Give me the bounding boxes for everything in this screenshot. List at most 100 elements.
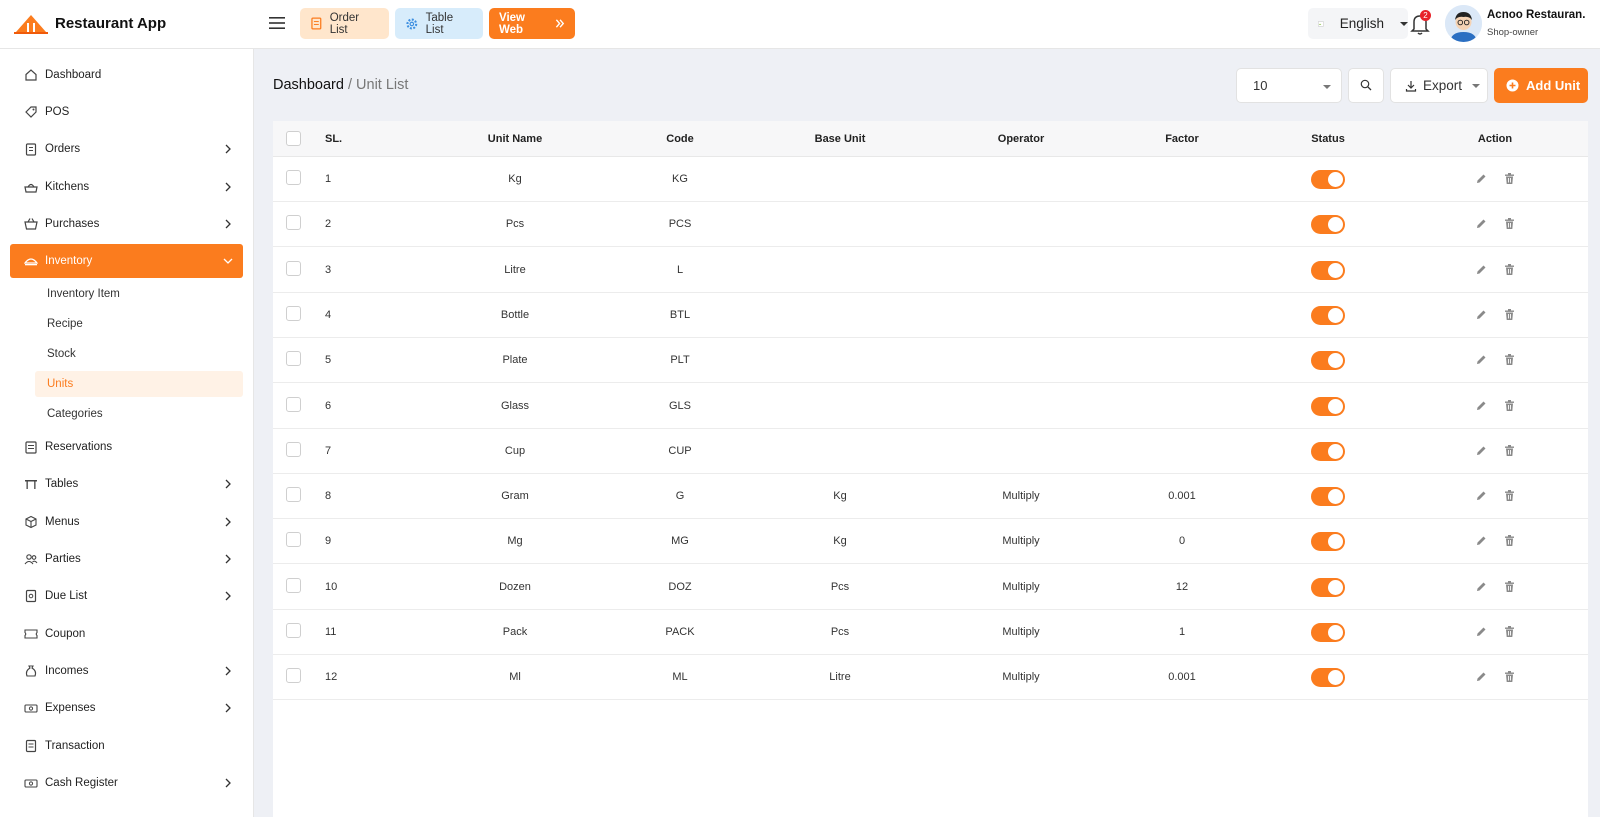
row-checkbox[interactable] (286, 668, 301, 684)
cell-factor: 0 (1178, 535, 1186, 548)
trash-icon[interactable] (1503, 625, 1516, 638)
trash-icon[interactable] (1503, 353, 1516, 366)
language-selector[interactable]: English (1308, 8, 1408, 39)
status-toggle[interactable] (1311, 441, 1345, 461)
row-checkbox[interactable] (286, 351, 301, 367)
sidebar-item-label: Orders (45, 143, 81, 155)
breadcrumb-current: Unit List (356, 77, 409, 93)
edit-icon[interactable] (1475, 399, 1488, 412)
status-toggle[interactable] (1311, 396, 1345, 416)
row-checkbox[interactable] (286, 260, 301, 276)
edit-icon[interactable] (1475, 670, 1488, 683)
per-page-select[interactable]: 10 (1236, 68, 1342, 103)
trash-icon[interactable] (1503, 670, 1516, 683)
cell-operator: Multiply (1002, 671, 1040, 684)
edit-icon[interactable] (1475, 353, 1488, 366)
cell-code: ML (672, 671, 688, 684)
sidebar-subitem-stock[interactable]: Stock (35, 341, 243, 367)
sidebar-item-transaction[interactable]: Transaction (10, 729, 243, 763)
notification-badge: 2 (1420, 10, 1431, 21)
row-checkbox[interactable] (286, 215, 301, 231)
row-checkbox[interactable] (286, 577, 301, 593)
sidebar-item-label: Coupon (45, 628, 86, 640)
order-list-button[interactable]: Order List (300, 8, 389, 39)
status-toggle[interactable] (1311, 215, 1345, 235)
trash-icon[interactable] (1503, 308, 1516, 321)
sidebar-subitem-units[interactable]: Units (35, 371, 243, 397)
sidebar-item-reservations[interactable]: Reservations (10, 430, 243, 464)
trash-icon[interactable] (1503, 399, 1516, 412)
sidebar-item-orders[interactable]: Orders (10, 132, 243, 166)
trash-icon[interactable] (1503, 172, 1516, 185)
caret-down-icon (1472, 83, 1481, 88)
edit-icon[interactable] (1475, 489, 1488, 502)
edit-icon[interactable] (1475, 263, 1488, 276)
search-button[interactable] (1348, 68, 1384, 103)
status-toggle[interactable] (1311, 623, 1345, 642)
edit-icon[interactable] (1475, 217, 1488, 230)
trash-icon[interactable] (1503, 263, 1516, 276)
sidebar-item-tables[interactable]: Tables (10, 467, 243, 501)
row-checkbox[interactable] (286, 487, 301, 503)
status-toggle[interactable] (1311, 170, 1345, 189)
search-icon (1360, 79, 1372, 91)
sidebar-item-inventory[interactable]: Inventory (10, 244, 243, 278)
trash-icon[interactable] (1503, 217, 1516, 230)
sidebar-item-pos[interactable]: POS (10, 95, 243, 129)
app-logo[interactable]: Restaurant App (14, 12, 166, 34)
sidebar-item-expenses[interactable]: Expenses (10, 691, 243, 725)
sidebar-item-cash-register[interactable]: Cash Register (10, 766, 243, 800)
sidebar-item-coupon[interactable]: Coupon (10, 617, 243, 651)
edit-icon[interactable] (1475, 172, 1488, 185)
trash-icon[interactable] (1503, 444, 1516, 457)
view-web-button[interactable]: View Web (489, 8, 575, 39)
sidebar-subitem-inventory-item[interactable]: Inventory Item (35, 281, 243, 307)
sidebar-subitem-recipe[interactable]: Recipe (35, 311, 243, 337)
sidebar-item-incomes[interactable]: Incomes (10, 654, 243, 688)
trash-icon[interactable] (1503, 489, 1516, 502)
cell-operator: Multiply (1002, 580, 1040, 593)
cell-sl: 12 (325, 671, 338, 684)
sidebar-item-kitchens[interactable]: Kitchens (10, 170, 243, 204)
money-bag-icon (25, 665, 37, 677)
select-all-checkbox[interactable] (286, 131, 301, 146)
sidebar-item-due-list[interactable]: Due List (10, 579, 243, 613)
status-toggle[interactable] (1311, 351, 1345, 371)
sidebar-item-dashboard[interactable]: Dashboard (10, 58, 243, 92)
status-toggle[interactable] (1311, 532, 1345, 552)
status-toggle[interactable] (1311, 305, 1345, 325)
breadcrumb-home[interactable]: Dashboard (273, 77, 344, 93)
cell-unit-name: Plate (502, 354, 528, 367)
edit-icon[interactable] (1475, 580, 1488, 593)
export-button[interactable]: Export (1390, 68, 1488, 103)
gear-icon (406, 18, 418, 29)
row-checkbox[interactable] (286, 396, 301, 412)
status-toggle[interactable] (1311, 577, 1345, 597)
sidebar-item-label: Purchases (45, 218, 100, 230)
edit-icon[interactable] (1475, 625, 1488, 638)
sidebar-item-parties[interactable]: Parties (10, 542, 243, 576)
edit-icon[interactable] (1475, 444, 1488, 457)
row-checkbox[interactable] (286, 532, 301, 548)
sidebar-item-menus[interactable]: Menus (10, 505, 243, 539)
sidebar-subitem-categories[interactable]: Categories (35, 401, 243, 427)
row-checkbox[interactable] (286, 623, 301, 638)
header-factor: Factor (1165, 133, 1199, 145)
edit-icon[interactable] (1475, 308, 1488, 321)
sidebar-item-purchases[interactable]: Purchases (10, 207, 243, 241)
status-toggle[interactable] (1311, 487, 1345, 507)
row-checkbox[interactable] (286, 441, 301, 457)
table-list-button[interactable]: Table List (395, 8, 483, 39)
status-toggle[interactable] (1311, 668, 1345, 688)
row-checkbox[interactable] (286, 170, 301, 185)
edit-icon[interactable] (1475, 534, 1488, 547)
add-unit-button[interactable]: Add Unit (1494, 68, 1588, 103)
avatar[interactable] (1445, 5, 1482, 42)
cell-code: L (676, 263, 684, 276)
status-toggle[interactable] (1311, 260, 1345, 280)
trash-icon[interactable] (1503, 580, 1516, 593)
row-checkbox[interactable] (286, 305, 301, 321)
trash-icon[interactable] (1503, 534, 1516, 547)
sidebar-item-label: Due List (45, 590, 88, 602)
menu-toggle-icon[interactable] (268, 14, 286, 32)
